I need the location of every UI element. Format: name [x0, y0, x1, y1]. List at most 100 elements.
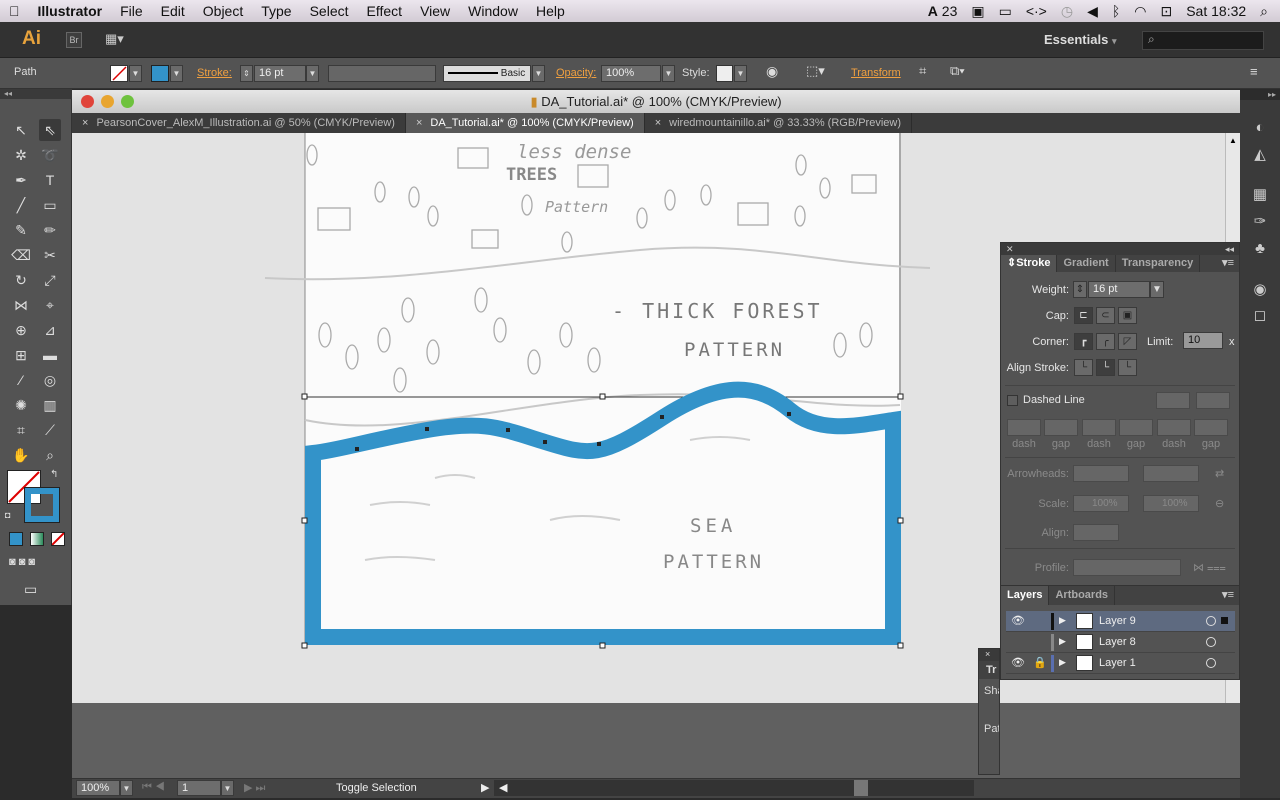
- projecting-cap-button[interactable]: ▣: [1118, 307, 1137, 324]
- color-guide-icon[interactable]: ◭: [1250, 145, 1270, 165]
- close-panel-icon[interactable]: ✕: [1006, 243, 1014, 255]
- butt-cap-button[interactable]: ⊏: [1074, 307, 1093, 324]
- gradient-tool-icon[interactable]: ▬: [39, 344, 61, 366]
- tab-artboards[interactable]: Artboards: [1049, 586, 1116, 605]
- free-transform-tool-icon[interactable]: ⌖: [39, 294, 61, 316]
- gap-field-1[interactable]: [1044, 419, 1078, 436]
- tab-da-tutorial[interactable]: × DA_Tutorial.ai* @ 100% (CMYK/Preview): [405, 113, 645, 133]
- menu-app-illustrator[interactable]: Illustrator: [29, 3, 112, 19]
- transform-link[interactable]: Transform: [851, 67, 901, 84]
- blob-brush-tool-icon[interactable]: ⌫: [10, 244, 32, 266]
- toolbox-collapse-icon[interactable]: ◂◂: [0, 89, 72, 99]
- gap-field-3[interactable]: [1194, 419, 1228, 436]
- color-mode-button[interactable]: [9, 532, 23, 546]
- stroke-weight-dropdown[interactable]: ▼: [306, 65, 319, 82]
- pen-tool-icon[interactable]: ✒: [10, 169, 32, 191]
- spotlight-icon[interactable]: ⌕: [1260, 3, 1268, 20]
- volume-icon[interactable]: ◀: [1087, 3, 1098, 20]
- scissors-tool-icon[interactable]: ✂: [39, 244, 61, 266]
- drawing-modes-icon[interactable]: ◙ ◙ ◙: [9, 556, 35, 568]
- style-dropdown[interactable]: ▼: [734, 65, 747, 82]
- paintbrush-tool-icon[interactable]: ✎: [10, 219, 32, 241]
- visibility-eye-icon[interactable]: 👁: [1011, 656, 1025, 669]
- gradient-mode-button[interactable]: [30, 532, 44, 546]
- type-tool-icon[interactable]: T: [39, 169, 61, 191]
- opacity-dropdown[interactable]: ▼: [662, 65, 675, 82]
- target-circle-icon[interactable]: [1206, 616, 1216, 626]
- align-to-icon[interactable]: ⬚▾: [806, 63, 825, 80]
- gap-field-2[interactable]: [1119, 419, 1153, 436]
- shape-builder-tool-icon[interactable]: ⊕: [10, 319, 32, 341]
- panel-menu-icon[interactable]: ▾≡: [1222, 586, 1239, 605]
- code-icon[interactable]: <·>: [1026, 3, 1047, 19]
- time-machine-icon[interactable]: ◷: [1061, 3, 1073, 20]
- magic-wand-tool-icon[interactable]: ✲: [10, 144, 32, 166]
- miter-join-button[interactable]: ┏: [1074, 333, 1093, 350]
- none-mode-button[interactable]: [51, 532, 65, 546]
- artboard-tool-icon[interactable]: ⌗: [10, 419, 32, 441]
- tab-layers[interactable]: Layers: [1001, 586, 1050, 605]
- swap-fill-stroke-icon[interactable]: ↰: [50, 469, 58, 480]
- round-cap-button[interactable]: ⊂: [1096, 307, 1115, 324]
- status-menu-arrow-icon[interactable]: ▶: [481, 781, 489, 794]
- tab-stroke[interactable]: ⇕Stroke: [1001, 255, 1058, 272]
- start-arrowhead-dropdown[interactable]: [1073, 465, 1129, 482]
- end-arrowhead-dropdown[interactable]: [1143, 465, 1199, 482]
- layer-row[interactable]: 👁 🔒 ▶ Layer 1: [1006, 653, 1235, 674]
- zoom-dropdown[interactable]: ▼: [120, 780, 133, 796]
- appearance-icon[interactable]: ◻: [1250, 306, 1270, 326]
- next-artboard-icon[interactable]: ▶ ⏭: [244, 781, 265, 795]
- weight-field[interactable]: 16 pt: [1088, 281, 1150, 298]
- align-outside-button[interactable]: └: [1118, 359, 1137, 376]
- horizontal-scrollbar[interactable]: ◀: [494, 780, 974, 796]
- wifi-icon[interactable]: ◠: [1134, 3, 1146, 20]
- weight-stepper[interactable]: ⇕: [1073, 281, 1087, 298]
- close-window-button[interactable]: [81, 95, 94, 108]
- zoom-level-field[interactable]: 100%: [76, 780, 120, 796]
- tab-wiredmountainillo[interactable]: × wiredmountainillo.ai* @ 33.33% (RGB/Pre…: [645, 113, 913, 133]
- flip-profile-icon[interactable]: ⋈ ⩶: [1193, 561, 1226, 575]
- arrange-documents-icon[interactable]: ▦▾: [105, 31, 124, 47]
- expand-arrow-icon[interactable]: ▶: [1059, 615, 1066, 626]
- stroke-weight-field[interactable]: 16 pt: [254, 65, 306, 82]
- arrow-align-buttons[interactable]: [1073, 524, 1119, 541]
- column-graph-tool-icon[interactable]: ▥: [39, 394, 61, 416]
- menu-window[interactable]: Window: [459, 3, 527, 19]
- status-text[interactable]: Toggle Selection: [336, 782, 417, 794]
- target-circle-icon[interactable]: [1206, 658, 1216, 668]
- layer-row[interactable]: 👁 ▶ Layer 9: [1006, 611, 1235, 632]
- stroke-panel-icon[interactable]: ◉: [1250, 280, 1270, 300]
- adobe-updates-icon[interactable]: A 23: [928, 3, 958, 19]
- width-tool-icon[interactable]: ⋈: [10, 294, 32, 316]
- default-fill-stroke-icon[interactable]: ◘: [5, 510, 10, 520]
- isolate-object-icon[interactable]: ⌗: [919, 63, 926, 80]
- preserve-dash-button[interactable]: [1156, 392, 1190, 409]
- variable-width-profile[interactable]: [328, 65, 436, 82]
- close-tab-icon[interactable]: ×: [416, 117, 422, 129]
- expand-arrow-icon[interactable]: ▶: [1059, 636, 1066, 647]
- workspace-switcher[interactable]: Essentials ▾: [1044, 32, 1116, 47]
- perspective-grid-tool-icon[interactable]: ⊿: [39, 319, 61, 341]
- menu-type[interactable]: Type: [252, 3, 300, 19]
- align-center-button[interactable]: └: [1074, 359, 1093, 376]
- layer-name[interactable]: Layer 9: [1099, 615, 1136, 627]
- collapse-panel-icon[interactable]: ◂◂: [1225, 243, 1234, 255]
- panel-menu-icon[interactable]: ▾≡: [1222, 255, 1239, 272]
- layer-name[interactable]: Layer 8: [1099, 636, 1136, 648]
- apple-menu-icon[interactable]: : [0, 3, 29, 19]
- align-dash-button[interactable]: [1196, 392, 1230, 409]
- dash-field-3[interactable]: [1157, 419, 1191, 436]
- recolor-artwork-icon[interactable]: ◉: [766, 63, 778, 80]
- align-inside-button[interactable]: └: [1096, 359, 1115, 376]
- minimize-window-button[interactable]: [101, 95, 114, 108]
- menu-view[interactable]: View: [411, 3, 459, 19]
- menu-edit[interactable]: Edit: [152, 3, 194, 19]
- stroke-dropdown[interactable]: ▼: [170, 65, 183, 82]
- mesh-tool-icon[interactable]: ⊞: [10, 344, 32, 366]
- tab-gradient[interactable]: Gradient: [1057, 255, 1116, 272]
- stroke-swatch[interactable]: [151, 65, 169, 82]
- tab-transparency[interactable]: Transparency: [1116, 255, 1201, 272]
- weight-dropdown[interactable]: ▼: [1150, 281, 1164, 298]
- slice-tool-icon[interactable]: ⟋: [39, 419, 61, 441]
- menu-file[interactable]: File: [111, 3, 152, 19]
